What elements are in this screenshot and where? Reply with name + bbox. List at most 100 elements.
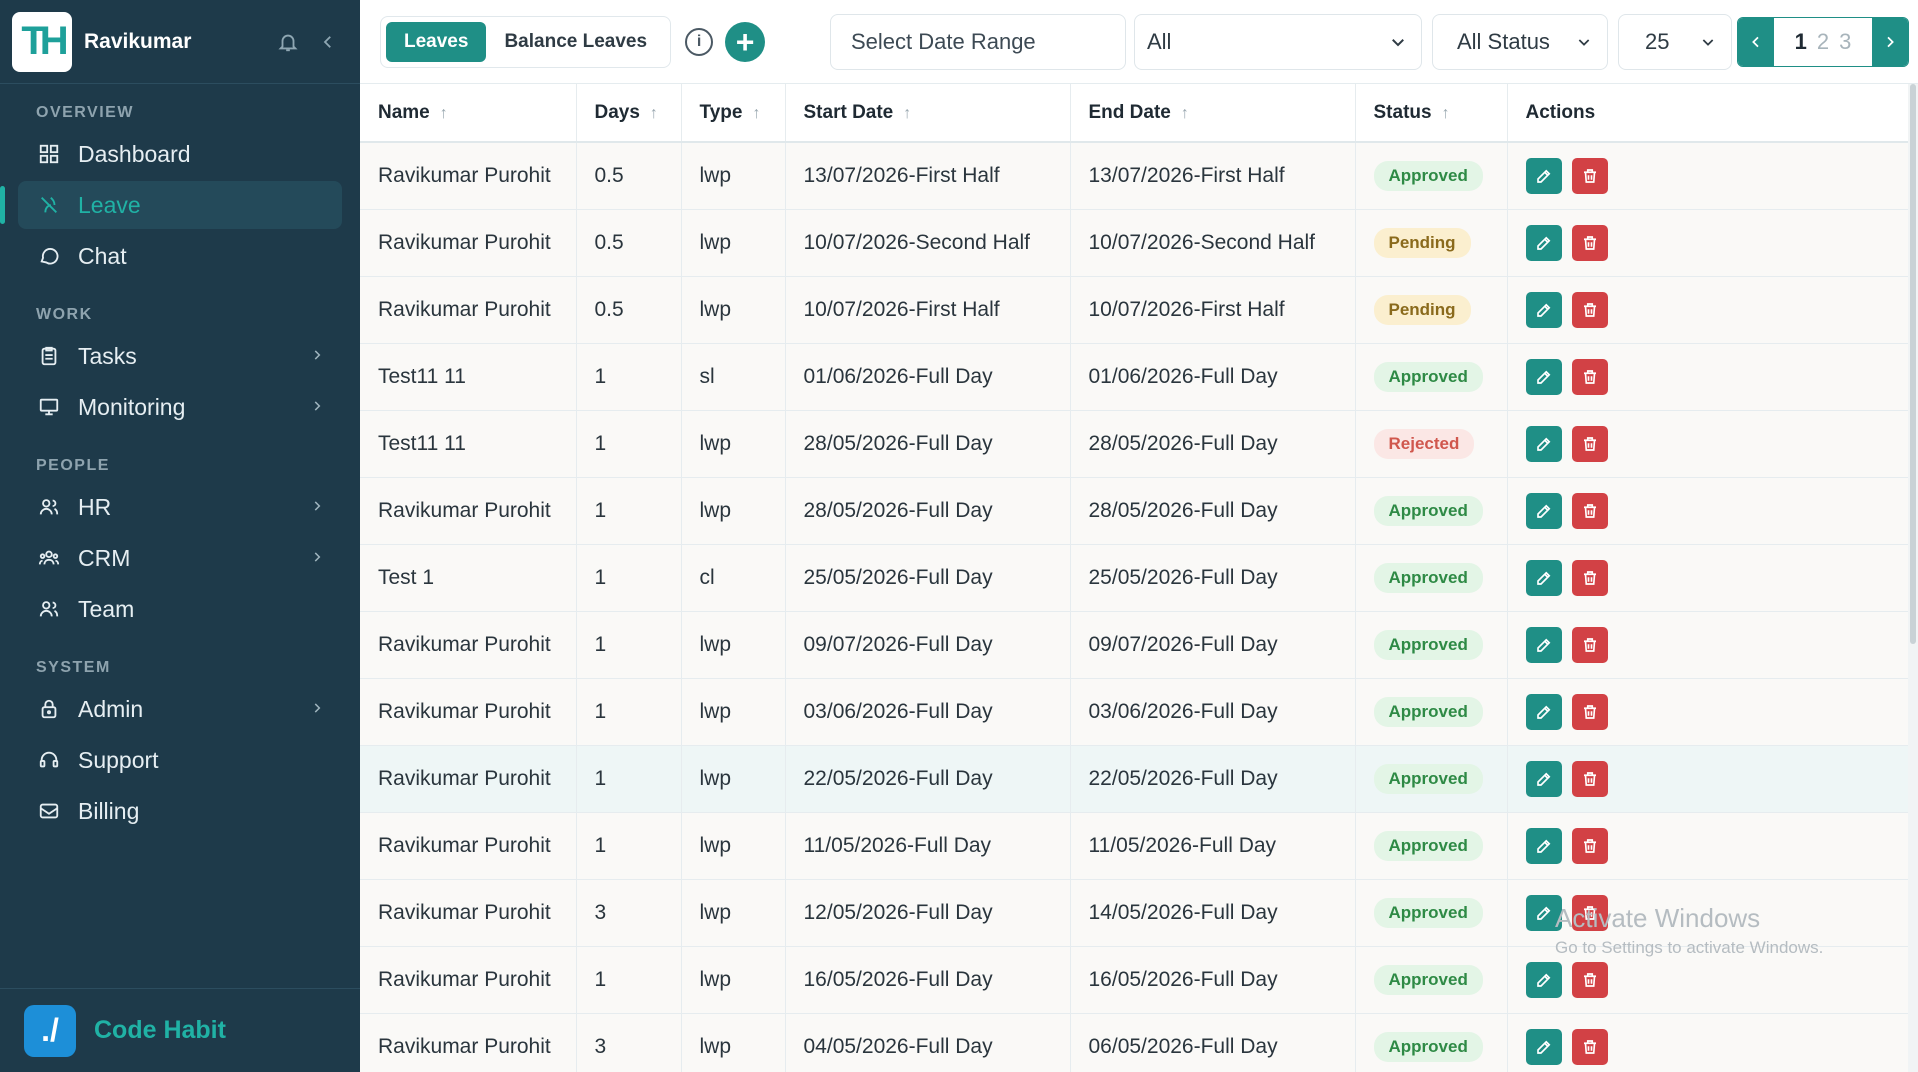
status-badge: Approved: [1373, 160, 1483, 191]
delete-button[interactable]: [1571, 425, 1608, 462]
column-header-name[interactable]: Name ↑: [360, 84, 577, 143]
date-range-input[interactable]: Select Date Range: [830, 14, 1126, 70]
company-logo[interactable]: TH: [12, 11, 72, 72]
delete-button[interactable]: [1571, 760, 1608, 797]
cell-end-date: 25/05/2026-Full Day: [1070, 544, 1356, 612]
delete-button[interactable]: [1571, 559, 1608, 596]
delete-button[interactable]: [1571, 358, 1608, 395]
edit-button[interactable]: [1525, 358, 1562, 395]
table-row[interactable]: Ravikumar Purohit 0.5 lwp 10/07/2026-First …: [360, 276, 1908, 344]
sidebar-item-admin[interactable]: Admin: [18, 685, 342, 733]
delete-button[interactable]: [1571, 827, 1608, 864]
sidebar-item-crm[interactable]: CRM: [18, 534, 342, 582]
sort-arrow-icon[interactable]: ↑: [440, 105, 448, 122]
column-header-days[interactable]: Days ↑: [576, 84, 682, 143]
table-row[interactable]: Ravikumar Purohit 1 lwp 22/05/2026-Full Day…: [360, 745, 1908, 813]
sidebar-item-dashboard[interactable]: Dashboard: [18, 130, 342, 178]
table-scrollbar[interactable]: [1908, 84, 1918, 1072]
status-badge: Approved: [1373, 830, 1483, 861]
delete-button[interactable]: [1571, 1028, 1608, 1065]
sidebar-footer: ./ Code Habit: [0, 988, 360, 1072]
column-header-type[interactable]: Type ↑: [681, 84, 786, 143]
sidebar-item-team[interactable]: Team: [18, 585, 342, 633]
edit-button[interactable]: [1525, 1028, 1562, 1065]
edit-button[interactable]: [1525, 291, 1562, 328]
cell-actions: [1507, 276, 1908, 344]
edit-button[interactable]: [1525, 224, 1562, 261]
table-row[interactable]: Ravikumar Purohit 1 lwp 28/05/2026-Full Day…: [360, 477, 1908, 545]
edit-button[interactable]: [1525, 492, 1562, 529]
add-leave-button[interactable]: +: [725, 21, 766, 62]
sidebar-item-label: Team: [78, 595, 135, 622]
collapse-sidebar-icon[interactable]: [308, 22, 348, 62]
edit-button[interactable]: [1525, 157, 1562, 194]
page-number-1[interactable]: 1: [1795, 29, 1807, 55]
user-filter-select[interactable]: All: [1134, 14, 1422, 70]
cell-actions: [1507, 812, 1908, 880]
column-header-start-date[interactable]: Start Date ↑: [785, 84, 1071, 143]
table-row[interactable]: Ravikumar Purohit 3 lwp 04/05/2026-Full Day…: [360, 1013, 1908, 1072]
info-icon[interactable]: i: [685, 27, 714, 56]
edit-button[interactable]: [1525, 693, 1562, 730]
cell-end-date: 10/07/2026-Second Half: [1070, 209, 1356, 277]
column-header-end-date[interactable]: End Date ↑: [1070, 84, 1356, 143]
cell-status: Approved: [1355, 879, 1508, 947]
sort-arrow-icon[interactable]: ↑: [752, 105, 760, 122]
delete-button[interactable]: [1571, 291, 1608, 328]
table-row[interactable]: Test11 11 1 lwp 28/05/2026-Full Day 28/05/20…: [360, 410, 1908, 478]
trash-icon: [1583, 838, 1596, 853]
delete-button[interactable]: [1571, 157, 1608, 194]
edit-button[interactable]: [1525, 559, 1562, 596]
sidebar-item-billing[interactable]: Billing: [18, 787, 342, 835]
table-row[interactable]: Ravikumar Purohit 1 lwp 03/06/2026-Full Day…: [360, 678, 1908, 746]
sort-arrow-icon[interactable]: ↑: [1181, 105, 1189, 122]
tab-leaves[interactable]: Leaves: [386, 21, 487, 62]
table-row[interactable]: Ravikumar Purohit 0.5 lwp 10/07/2026-Second…: [360, 209, 1908, 277]
delete-button[interactable]: [1571, 626, 1608, 663]
sidebar-item-leave[interactable]: Leave: [0, 181, 342, 229]
cell-type: lwp: [681, 477, 786, 545]
table-row[interactable]: Ravikumar Purohit 1 lwp 11/05/2026-Full Day…: [360, 812, 1908, 880]
edit-button[interactable]: [1525, 961, 1562, 998]
sidebar-item-tasks[interactable]: Tasks: [18, 332, 342, 380]
page-number-3[interactable]: 3: [1839, 29, 1851, 55]
prev-page-button[interactable]: [1738, 18, 1774, 66]
sidebar-item-monitoring[interactable]: Monitoring: [18, 383, 342, 431]
edit-button[interactable]: [1525, 425, 1562, 462]
cell-name: Ravikumar Purohit: [360, 946, 577, 1014]
edit-button[interactable]: [1525, 626, 1562, 663]
team-icon: [36, 596, 62, 622]
table-row[interactable]: Ravikumar Purohit 1 lwp 09/07/2026-Full Day…: [360, 611, 1908, 679]
scrollbar-thumb[interactable]: [1910, 84, 1916, 644]
delete-button[interactable]: [1571, 693, 1608, 730]
sidebar-item-chat[interactable]: Chat: [18, 232, 342, 280]
sort-arrow-icon[interactable]: ↑: [1442, 105, 1450, 122]
cell-days: 3: [576, 1013, 682, 1072]
bell-icon[interactable]: [268, 22, 308, 62]
tab-balance-leaves[interactable]: Balance Leaves: [486, 22, 665, 62]
pencil-icon: [1536, 973, 1550, 987]
table-row[interactable]: Ravikumar Purohit 0.5 lwp 13/07/2026-First …: [360, 142, 1908, 210]
sidebar-item-support[interactable]: Support: [18, 736, 342, 784]
page-number-2[interactable]: 2: [1817, 29, 1829, 55]
sort-arrow-icon[interactable]: ↑: [650, 105, 658, 122]
user-name: Ravikumar: [84, 29, 192, 53]
cell-name: Ravikumar Purohit: [360, 142, 577, 210]
cell-actions: [1507, 544, 1908, 612]
cell-type: lwp: [681, 611, 786, 679]
delete-button[interactable]: [1571, 492, 1608, 529]
sort-arrow-icon[interactable]: ↑: [903, 105, 911, 122]
table-row[interactable]: Test11 11 1 sl 01/06/2026-Full Day 01/06/202…: [360, 343, 1908, 411]
cell-start-date: 11/05/2026-Full Day: [785, 812, 1071, 880]
sidebar-item-hr[interactable]: HR: [18, 483, 342, 531]
delete-button[interactable]: [1571, 224, 1608, 261]
edit-button[interactable]: [1525, 827, 1562, 864]
column-header-status[interactable]: Status ↑: [1355, 84, 1508, 143]
delete-button[interactable]: [1571, 961, 1608, 998]
page-size-select[interactable]: 25: [1618, 14, 1732, 70]
status-filter-select[interactable]: All Status: [1432, 14, 1608, 70]
table-row[interactable]: Test 1 1 cl 25/05/2026-Full Day 25/05/2026-F…: [360, 544, 1908, 612]
next-page-button[interactable]: [1872, 18, 1908, 66]
cell-status: Approved: [1355, 142, 1508, 210]
edit-button[interactable]: [1525, 760, 1562, 797]
